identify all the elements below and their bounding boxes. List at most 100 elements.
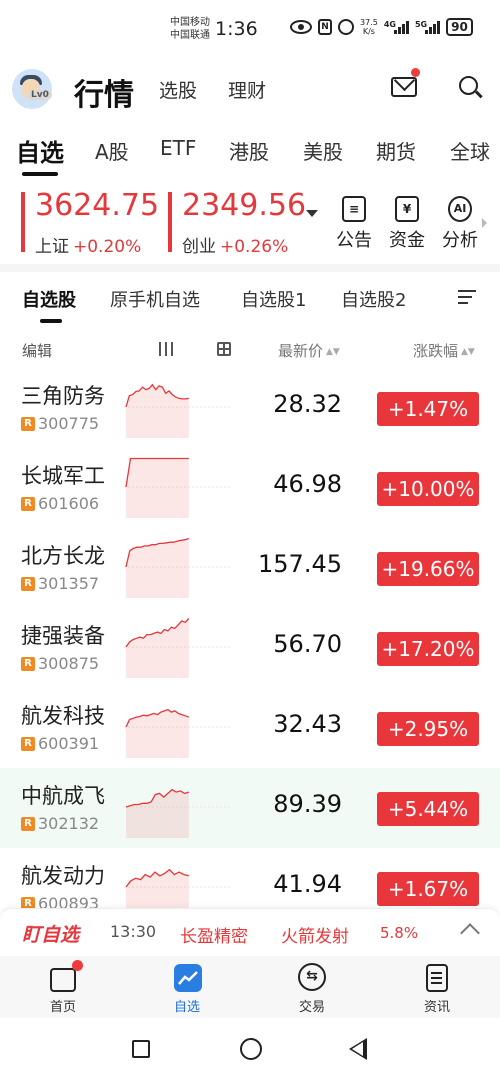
signal-4g-icon: 4G [384,20,409,34]
stock-code: 301357 [38,574,100,593]
tab-a-shares[interactable]: A股 [95,136,129,165]
trade-icon: ⇆ [297,962,327,992]
tab-phone-watchlist[interactable]: 原手机自选 [110,286,200,312]
ticker-time: 13:30 [110,922,157,941]
stock-change-badge[interactable]: +17.20% [377,632,479,666]
carrier-info: 中国移动 中国联通 [170,16,210,42]
avatar[interactable] [12,69,52,109]
group-menu-icon[interactable] [458,290,476,306]
nav-stock-picker[interactable]: 选股 [159,76,197,103]
announcement-button[interactable]: ≡ 公告 [330,188,378,252]
table-row[interactable]: 航发科技 R 600391 32.43 +2.95% [0,688,500,768]
stock-code-wrap: R 301357 [21,574,99,593]
stock-change-badge[interactable]: +1.67% [377,872,479,906]
tab-watchlist-2[interactable]: 自选股2 [341,286,406,312]
chevron-up-icon[interactable] [460,923,480,943]
tab-watchlist[interactable]: 自选 [16,133,64,168]
sparkline-chart [124,708,232,758]
stock-name: 航发动力 [21,864,105,888]
stock-change-badge[interactable]: +19.66% [377,552,479,586]
home-button-icon[interactable] [240,1038,262,1060]
nav-news[interactable]: 资讯 [405,962,469,1015]
chevron-down-icon[interactable] [306,210,318,217]
table-row[interactable]: 中航成飞 R 302132 89.39 +5.44% [0,768,500,848]
edit-button[interactable]: 编辑 [22,340,52,361]
fund-flow-button[interactable]: ¥ 资金 [383,188,431,252]
tab-my-watchlist[interactable]: 自选股 [22,286,76,312]
sparkline-chart [124,618,232,678]
system-nav-bar [0,1018,500,1076]
nfc-icon: N [318,19,332,35]
sparkline-chart [124,457,232,518]
sparkline-area [126,789,189,838]
status-time: 1:36 [215,18,258,40]
analysis-button[interactable]: AI 分析 [436,188,484,252]
battery-icon: 90 [446,18,473,36]
tab-etf[interactable]: ETF [160,136,196,160]
stock-name: 航发科技 [21,704,105,728]
sparkline-area [126,618,189,678]
tab-futures[interactable]: 期货 [376,136,416,165]
table-row[interactable]: 长城军工 R 601606 46.98 +10.00% [0,448,500,528]
watch-alert-ticker[interactable]: 盯自选 13:30 长盈精密 火箭发射 5.8% [0,908,500,956]
market-tabs: 自选 A股 ETF 港股 美股 期货 全球 [0,132,500,176]
nav-label: 自选 [173,1000,200,1015]
network-speed: 37.5 K/s [360,18,378,36]
back-icon[interactable] [349,1038,367,1060]
index-change: +0.20% [73,237,142,257]
price-column-header[interactable]: 最新价 ▲▼ [278,340,340,361]
stock-change-badge[interactable]: +1.47% [377,392,479,426]
index-chinext[interactable]: 2349.56 创业 +0.26% [168,188,318,257]
tab-global[interactable]: 全球 [450,136,490,165]
status-bar: 中国移动 中国联通 1:36 N 37.5 K/s 4G 5G 90 [0,0,500,56]
stock-code-wrap: R 302132 [21,814,99,833]
nav-trade[interactable]: ⇆ 交易 [280,962,344,1015]
grid-view-icon[interactable] [217,342,231,356]
ticker-change: 5.8% [380,924,419,942]
table-row[interactable]: 三角防务 R 300775 28.32 +1.47% [0,368,500,448]
column-header: 编辑 最新价 ▲▼ 涨跌幅 ▲▼ [0,332,500,366]
watchlist-group-tabs: 自选股 原手机自选 自选股1 自选股2 [0,280,500,324]
change-column-header[interactable]: 涨跌幅 ▲▼ [413,340,475,361]
stock-name: 三角防务 [21,384,105,408]
nav-wealth[interactable]: 理财 [228,76,266,103]
change-column-label: 涨跌幅 [413,342,459,360]
carrier-2: 中国联通 [170,30,210,41]
ticker-stock[interactable]: 长盈精密 [180,922,248,947]
mail-icon[interactable] [391,77,417,97]
rzrq-badge: R [21,656,35,671]
stock-price: 32.43 [273,710,342,738]
stock-change-badge[interactable]: +10.00% [377,472,479,506]
stock-name: 长城军工 [21,464,105,488]
index-value: 2349.56 [182,188,307,223]
active-subtab-indicator [40,319,62,323]
nav-watchlist[interactable]: 自选 [155,962,219,1015]
stock-price: 28.32 [273,390,342,418]
nav-home[interactable]: 首页 [31,960,95,1015]
tab-hk-stocks[interactable]: 港股 [229,136,269,165]
search-icon[interactable] [459,76,478,95]
table-row[interactable]: 捷强装备 R 300875 56.70 +17.20% [0,608,500,688]
columns-icon[interactable] [159,342,173,356]
stock-code: 300775 [38,414,100,433]
index-label: 创业 +0.26% [182,232,288,257]
ticker-topic[interactable]: 火箭发射 [281,922,349,947]
index-shanghai[interactable]: 3624.75 上证 +0.20% [21,188,169,257]
stock-code: 300875 [38,654,100,673]
alarm-icon [338,19,354,35]
nav-label: 首页 [49,1000,76,1015]
stock-code-wrap: R 600391 [21,734,99,753]
news-icon [422,962,452,992]
recent-apps-icon[interactable] [132,1040,150,1058]
table-row[interactable]: 北方长龙 R 301357 157.45 +19.66% [0,528,500,608]
sparkline-area [126,458,189,518]
index-strip: 3624.75 上证 +0.20% 2349.56 创业 +0.26% ≡ 公告 ¥… [0,188,500,258]
watchlist-icon [172,962,202,992]
tab-watchlist-1[interactable]: 自选股1 [241,286,306,312]
stock-name: 捷强装备 [21,624,105,648]
stock-change-badge[interactable]: +2.95% [377,712,479,746]
level-badge: Lv0 [28,90,52,100]
nav-label: 资讯 [423,1000,450,1015]
stock-change-badge[interactable]: +5.44% [377,792,479,826]
tab-us-stocks[interactable]: 美股 [303,136,343,165]
